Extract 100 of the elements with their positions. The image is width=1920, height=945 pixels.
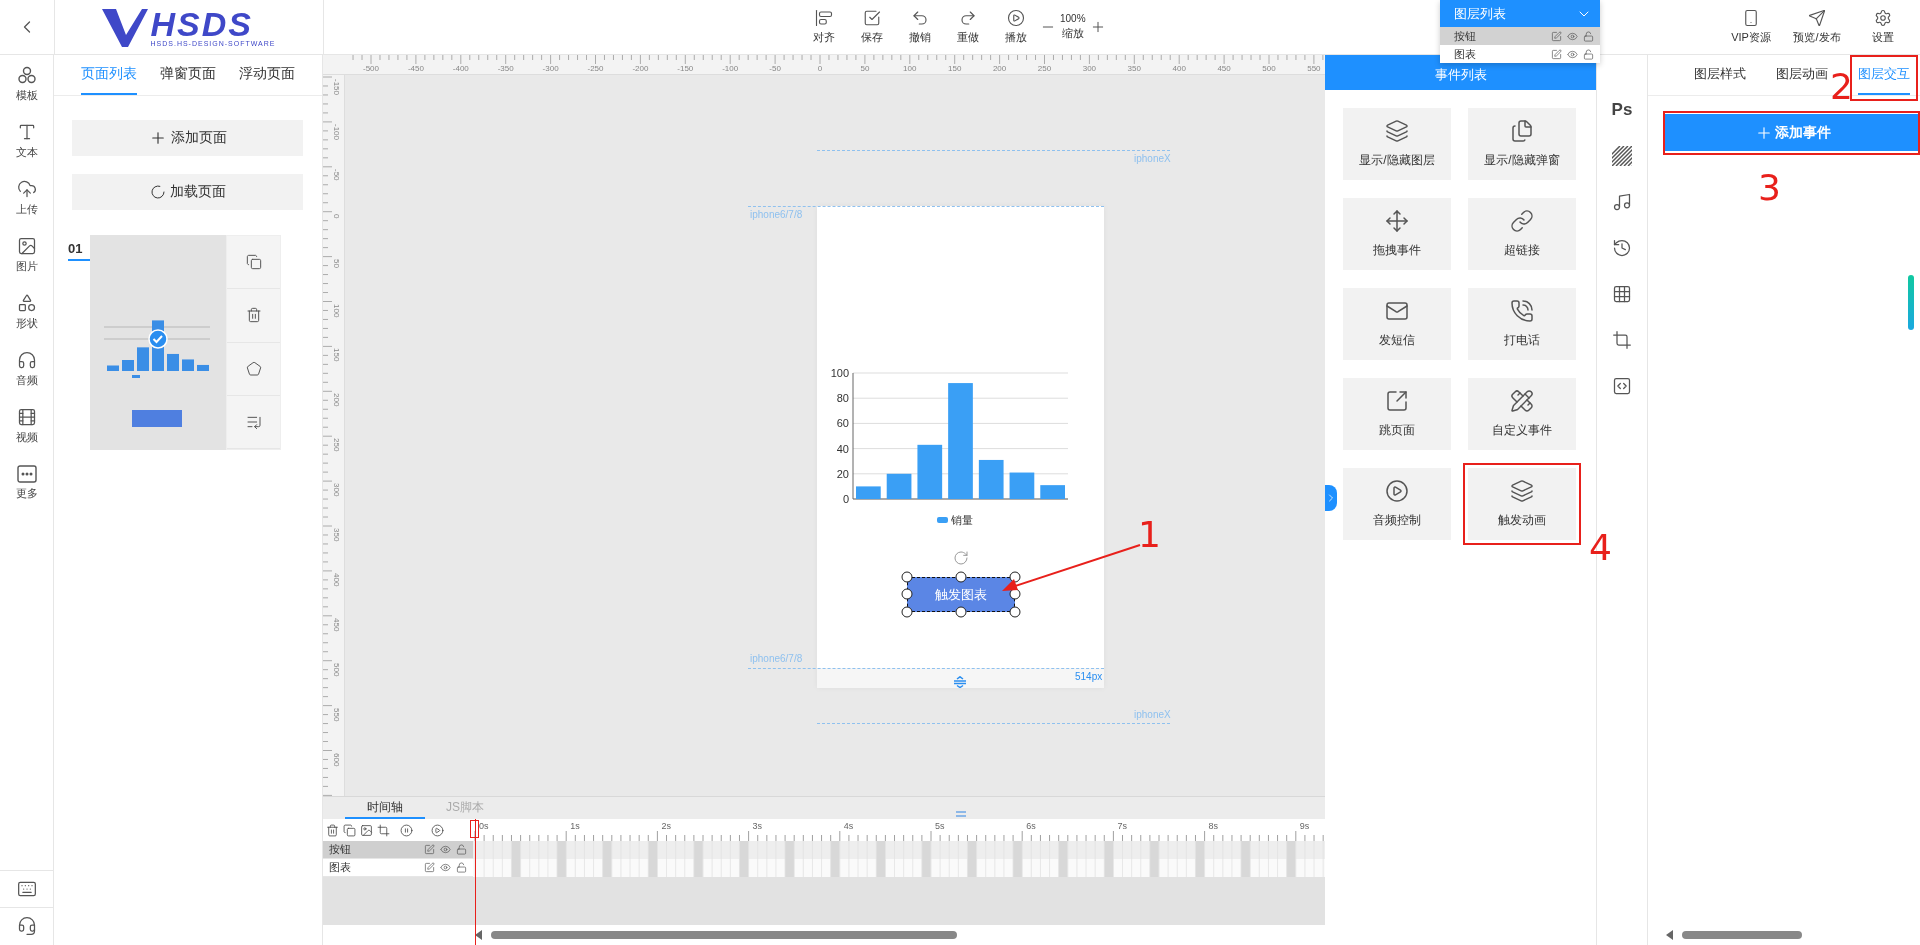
- rotate-icon[interactable]: [953, 550, 969, 566]
- layer-row[interactable]: 图表: [323, 859, 473, 877]
- sidebar-item[interactable]: 图片: [0, 226, 53, 283]
- play-button[interactable]: [431, 823, 444, 837]
- crop-button[interactable]: [377, 823, 390, 837]
- resize-handle[interactable]: [901, 588, 913, 600]
- add-page-button[interactable]: 添加页面: [72, 120, 303, 156]
- image-button[interactable]: [360, 823, 373, 837]
- drag-handle-icon[interactable]: [956, 811, 966, 817]
- ruler-label: -50: [769, 64, 781, 73]
- mail-icon: [1385, 299, 1409, 323]
- ruler-label: 50: [860, 64, 870, 73]
- crop-icon: [377, 823, 390, 837]
- header-button[interactable]: 设置: [1852, 2, 1914, 52]
- edit-icon[interactable]: [424, 844, 435, 855]
- resize-handle[interactable]: [955, 571, 967, 583]
- height-resize-icon[interactable]: [953, 676, 967, 688]
- layer-row[interactable]: 按钮: [1440, 27, 1600, 45]
- ps-button[interactable]: Ps: [1602, 87, 1642, 133]
- link-icon: [1510, 209, 1534, 233]
- toolbar-button[interactable]: 播放: [992, 2, 1040, 52]
- pause-button[interactable]: [400, 823, 413, 837]
- ruler-label: -150: [332, 79, 341, 95]
- event-item[interactable]: 拖拽事件: [1343, 198, 1451, 270]
- edit-icon[interactable]: [1551, 48, 1562, 60]
- eye-icon[interactable]: [440, 844, 451, 855]
- event-item[interactable]: 显示/隐藏图层: [1343, 108, 1451, 180]
- edit-icon[interactable]: [424, 862, 435, 873]
- legend-swatch: [937, 517, 948, 523]
- sidebar-item[interactable]: 更多: [0, 454, 53, 511]
- align-icon: [815, 9, 833, 27]
- ruler-label: 300: [332, 483, 341, 497]
- resize-handle[interactable]: [901, 571, 913, 583]
- header-button[interactable]: VIP资源: [1720, 2, 1782, 52]
- event-item[interactable]: 超链接: [1468, 198, 1576, 270]
- page-thumbnail[interactable]: [90, 235, 226, 450]
- layer-name: 图表: [329, 860, 352, 875]
- eye-icon[interactable]: [440, 862, 451, 873]
- undo-icon: [911, 9, 929, 27]
- ruler-label: -350: [497, 64, 514, 73]
- toolbar-button[interactable]: 重做: [944, 2, 992, 52]
- event-item[interactable]: 触发动画: [1463, 463, 1581, 545]
- ruler-label: 150: [948, 64, 962, 73]
- axis-label: 20: [836, 467, 849, 480]
- grid-icon: [1612, 284, 1632, 304]
- ruler-label: 100: [332, 303, 341, 317]
- unlock-icon[interactable]: [1583, 48, 1594, 60]
- event-item[interactable]: 发短信: [1343, 288, 1451, 360]
- event-item[interactable]: 音频控制: [1343, 468, 1451, 540]
- ruler-label: 0: [817, 64, 823, 73]
- canvas-button[interactable]: 触发图表: [907, 577, 1015, 612]
- unlock-icon[interactable]: [456, 862, 467, 873]
- trash-icon: [245, 307, 262, 324]
- tab[interactable]: 图层样式: [1694, 55, 1746, 95]
- sidebar-item[interactable]: 音频: [0, 340, 53, 397]
- header-button[interactable]: 预览/发布: [1786, 2, 1848, 52]
- delete-button[interactable]: [326, 823, 339, 837]
- time-label: 4s: [843, 821, 854, 831]
- toolbar-button[interactable]: 对齐: [800, 2, 848, 52]
- edit-icon[interactable]: [1551, 30, 1562, 42]
- event-item[interactable]: 显示/隐藏弹窗: [1468, 108, 1576, 180]
- copy-button[interactable]: [343, 823, 356, 837]
- resize-handle[interactable]: [955, 606, 967, 618]
- tab[interactable]: 图层动画: [1776, 55, 1828, 95]
- load-page-button[interactable]: 加载页面: [72, 174, 303, 210]
- time-label: 0s: [479, 821, 489, 831]
- unlock-icon[interactable]: [456, 844, 467, 855]
- keyboard-icon: [16, 879, 37, 899]
- scroll-left-icon[interactable]: [1666, 930, 1674, 940]
- ruler-label: -200: [632, 64, 649, 73]
- checkbox-icon: [863, 9, 881, 27]
- sidebar-item[interactable]: 形状: [0, 283, 53, 340]
- ruler-label: 350: [332, 528, 341, 542]
- event-item[interactable]: 打电话: [1468, 288, 1576, 360]
- tab[interactable]: 浮动页面: [239, 55, 295, 95]
- sidebar-item[interactable]: 上传: [0, 169, 53, 226]
- eye-icon[interactable]: [1567, 30, 1578, 42]
- expand-toggle[interactable]: [1325, 485, 1337, 511]
- move-icon: [1385, 209, 1409, 233]
- scroll-left-icon[interactable]: [475, 930, 483, 940]
- unlock-icon[interactable]: [1583, 30, 1594, 42]
- toolbar-button[interactable]: 保存: [848, 2, 896, 52]
- sidebar-item[interactable]: 视频: [0, 397, 53, 454]
- event-item[interactable]: 跳页面: [1343, 378, 1451, 450]
- scrollbar[interactable]: [1682, 931, 1802, 939]
- scrollbar[interactable]: [491, 931, 957, 939]
- tab[interactable]: 弹窗页面: [160, 55, 216, 95]
- event-item[interactable]: 自定义事件: [1468, 378, 1576, 450]
- eye-icon[interactable]: [1567, 48, 1578, 60]
- resize-handle[interactable]: [1009, 606, 1021, 618]
- playhead-marker[interactable]: [470, 820, 479, 838]
- resize-handle[interactable]: [901, 606, 913, 618]
- sidebar-item[interactable]: 模板: [0, 55, 53, 112]
- pentagon-icon: [245, 360, 262, 377]
- toolbar-button[interactable]: 撤销: [896, 2, 944, 52]
- layer-row[interactable]: 图表: [1440, 45, 1600, 63]
- layer-name: 按钮: [1454, 28, 1477, 44]
- layer-row[interactable]: 按钮: [323, 841, 473, 859]
- sidebar-item[interactable]: 文本: [0, 112, 53, 169]
- chart-bar: [856, 486, 881, 499]
